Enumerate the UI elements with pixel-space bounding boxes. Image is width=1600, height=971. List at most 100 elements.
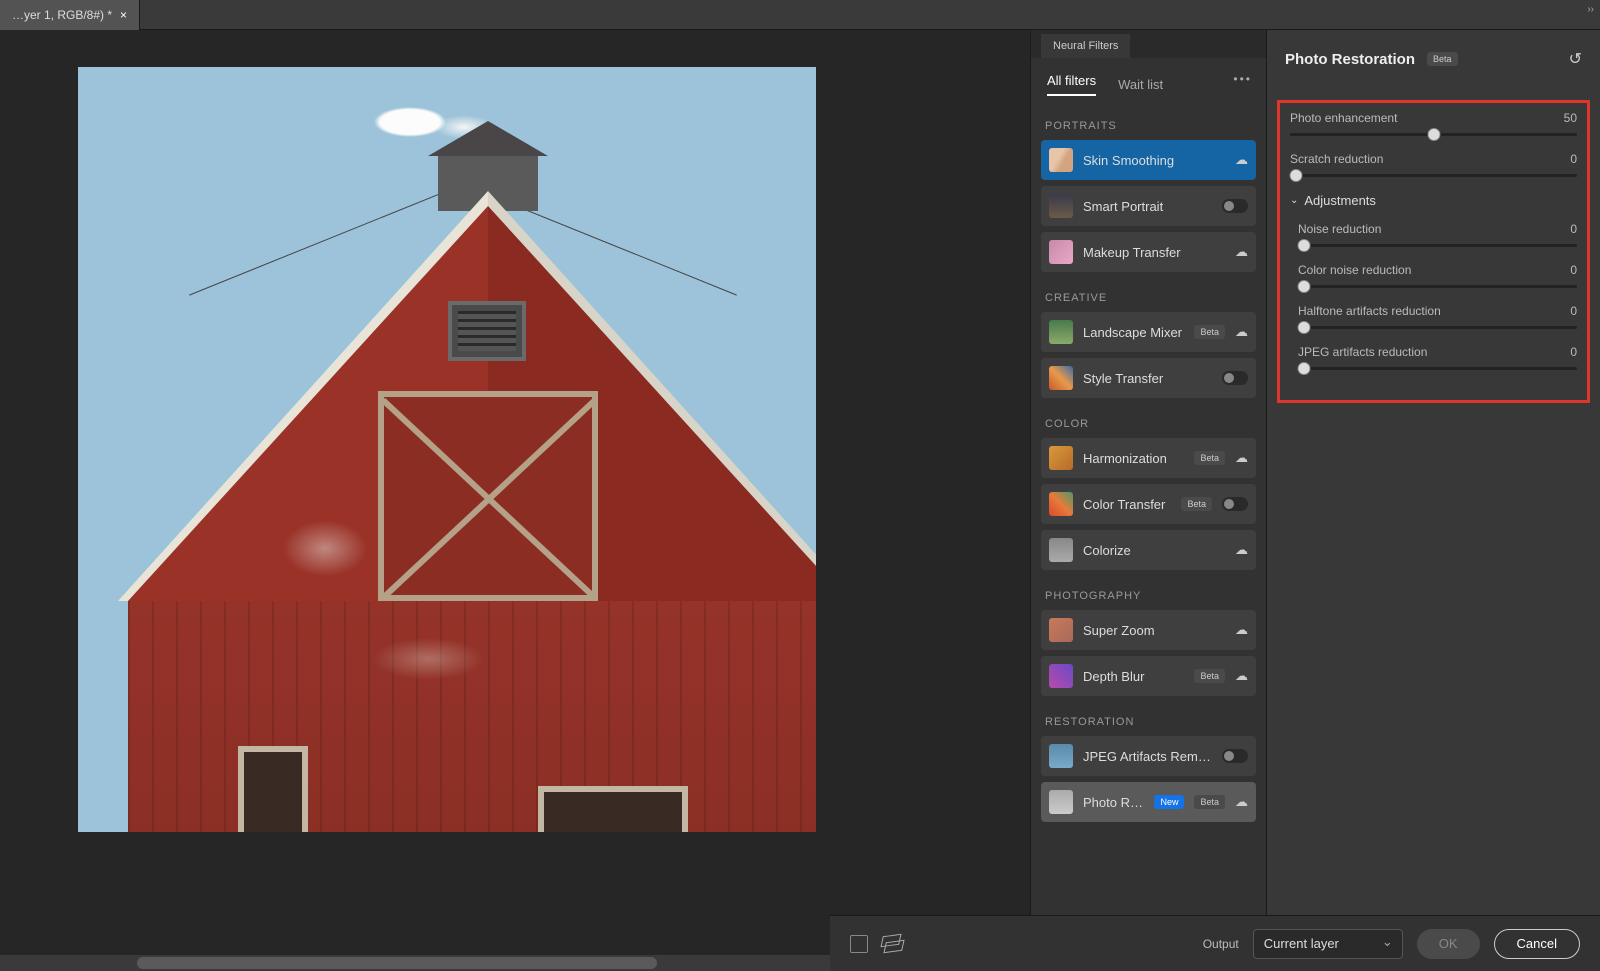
filter-label: Photo Res… — [1083, 795, 1144, 810]
settings-highlight: Photo enhancement 50 Scratch reduction 0 — [1277, 100, 1590, 403]
slider-label: Halftone artifacts reduction — [1298, 304, 1441, 318]
filter-thumb-icon — [1049, 320, 1073, 344]
filter-landscape-mixer[interactable]: Landscape Mixer Beta ☁ — [1041, 312, 1256, 352]
filter-toggle[interactable] — [1222, 371, 1248, 385]
filter-skin-smoothing[interactable]: Skin Smoothing ☁ — [1041, 140, 1256, 180]
output-select[interactable]: Current layer — [1253, 929, 1403, 959]
beta-badge: Beta — [1194, 451, 1225, 465]
slider-thumb[interactable] — [1297, 239, 1310, 252]
adjustments-label: Adjustments — [1304, 193, 1376, 208]
scratch-reduction-slider[interactable] — [1290, 174, 1577, 177]
cloud-download-icon[interactable]: ☁ — [1235, 450, 1248, 466]
filter-thumb-icon — [1049, 492, 1073, 516]
beta-badge: Beta — [1427, 52, 1458, 66]
subnav-wait-list[interactable]: Wait list — [1118, 77, 1163, 92]
filter-toggle[interactable] — [1222, 199, 1248, 213]
adjustments-collapser[interactable]: ⌄ Adjustments — [1290, 193, 1577, 208]
expand-panels-icon[interactable]: ›› — [1587, 4, 1594, 15]
noise-reduction-slider[interactable] — [1298, 244, 1577, 247]
filter-jpeg-artifacts-removal[interactable]: JPEG Artifacts Removal — [1041, 736, 1256, 776]
settings-title: Photo Restoration — [1285, 51, 1415, 68]
slider-thumb[interactable] — [1297, 362, 1310, 375]
scrollbar-thumb[interactable] — [137, 957, 657, 969]
slider-value: 0 — [1570, 263, 1577, 277]
slider-label: JPEG artifacts reduction — [1298, 345, 1427, 359]
slider-label: Noise reduction — [1298, 222, 1381, 236]
cloud-download-icon[interactable]: ☁ — [1235, 622, 1248, 638]
filter-style-transfer[interactable]: Style Transfer — [1041, 358, 1256, 398]
slider-label: Color noise reduction — [1298, 263, 1411, 277]
canvas-area[interactable]: › — [0, 30, 1030, 971]
filter-thumb-icon — [1049, 744, 1073, 768]
filter-toggle[interactable] — [1222, 497, 1248, 511]
filter-label: JPEG Artifacts Removal — [1083, 749, 1212, 764]
slider-label: Scratch reduction — [1290, 152, 1383, 166]
filter-label: Color Transfer — [1083, 497, 1171, 512]
filter-depth-blur[interactable]: Depth Blur Beta ☁ — [1041, 656, 1256, 696]
slider-thumb[interactable] — [1427, 128, 1440, 141]
slider-value: 0 — [1570, 152, 1577, 166]
filter-label: Harmonization — [1083, 451, 1184, 466]
panel-tab-strip: Neural Filters — [1031, 30, 1266, 58]
filter-makeup-transfer[interactable]: Makeup Transfer ☁ — [1041, 232, 1256, 272]
filter-label: Colorize — [1083, 543, 1225, 558]
filter-thumb-icon — [1049, 366, 1073, 390]
slider-label: Photo enhancement — [1290, 111, 1397, 125]
reset-icon[interactable]: ↺ — [1569, 49, 1582, 69]
ok-button[interactable]: OK — [1417, 929, 1480, 959]
filter-label: Style Transfer — [1083, 371, 1212, 386]
subnav-all-filters[interactable]: All filters — [1047, 73, 1096, 96]
cloud-download-icon[interactable]: ☁ — [1235, 244, 1248, 260]
slider-thumb[interactable] — [1297, 280, 1310, 293]
neural-filters-tab[interactable]: Neural Filters — [1041, 34, 1130, 58]
section-photography: PHOTOGRAPHY — [1041, 576, 1256, 610]
color-noise-reduction-slider[interactable] — [1298, 285, 1577, 288]
cloud-download-icon[interactable]: ☁ — [1235, 324, 1248, 340]
document-tab-title: …yer 1, RGB/8#) * — [12, 8, 112, 22]
filter-colorize[interactable]: Colorize ☁ — [1041, 530, 1256, 570]
layers-icon[interactable] — [882, 935, 902, 953]
close-tab-icon[interactable]: × — [120, 8, 127, 22]
slider-value: 0 — [1570, 304, 1577, 318]
chevron-down-icon: ⌄ — [1290, 195, 1298, 206]
beta-badge: Beta — [1181, 497, 1212, 511]
filter-smart-portrait[interactable]: Smart Portrait — [1041, 186, 1256, 226]
filter-label: Makeup Transfer — [1083, 245, 1225, 260]
filter-photo-restoration[interactable]: Photo Res… New Beta ☁ — [1041, 782, 1256, 822]
new-badge: New — [1154, 795, 1184, 809]
document-tab[interactable]: …yer 1, RGB/8#) * × — [0, 0, 140, 30]
beta-badge: Beta — [1194, 325, 1225, 339]
filter-thumb-icon — [1049, 240, 1073, 264]
output-label: Output — [1203, 937, 1239, 951]
filter-label: Depth Blur — [1083, 669, 1184, 684]
cloud-download-icon[interactable]: ☁ — [1235, 152, 1248, 168]
halftone-reduction-slider[interactable] — [1298, 326, 1577, 329]
photo-enhancement-slider[interactable] — [1290, 133, 1577, 136]
section-creative: CREATIVE — [1041, 278, 1256, 312]
preview-toggle-icon[interactable] — [850, 935, 868, 953]
filter-toggle[interactable] — [1222, 749, 1248, 763]
slider-thumb[interactable] — [1297, 321, 1310, 334]
slider-value: 50 — [1564, 111, 1577, 125]
more-options-icon[interactable]: ••• — [1233, 72, 1252, 86]
filter-super-zoom[interactable]: Super Zoom ☁ — [1041, 610, 1256, 650]
cloud-download-icon[interactable]: ☁ — [1235, 542, 1248, 558]
slider-value: 0 — [1570, 222, 1577, 236]
filter-thumb-icon — [1049, 446, 1073, 470]
filter-thumb-icon — [1049, 790, 1073, 814]
filter-thumb-icon — [1049, 664, 1073, 688]
filter-thumb-icon — [1049, 148, 1073, 172]
filter-harmonization[interactable]: Harmonization Beta ☁ — [1041, 438, 1256, 478]
cancel-button[interactable]: Cancel — [1494, 929, 1580, 959]
document-canvas — [78, 67, 816, 832]
jpeg-reduction-slider[interactable] — [1298, 367, 1577, 370]
filter-color-transfer[interactable]: Color Transfer Beta — [1041, 484, 1256, 524]
beta-badge: Beta — [1194, 669, 1225, 683]
cloud-download-icon[interactable]: ☁ — [1235, 794, 1248, 810]
filter-thumb-icon — [1049, 194, 1073, 218]
filter-label: Skin Smoothing — [1083, 153, 1225, 168]
section-restoration: RESTORATION — [1041, 702, 1256, 736]
slider-thumb[interactable] — [1289, 169, 1302, 182]
cloud-download-icon[interactable]: ☁ — [1235, 668, 1248, 684]
filter-thumb-icon — [1049, 538, 1073, 562]
